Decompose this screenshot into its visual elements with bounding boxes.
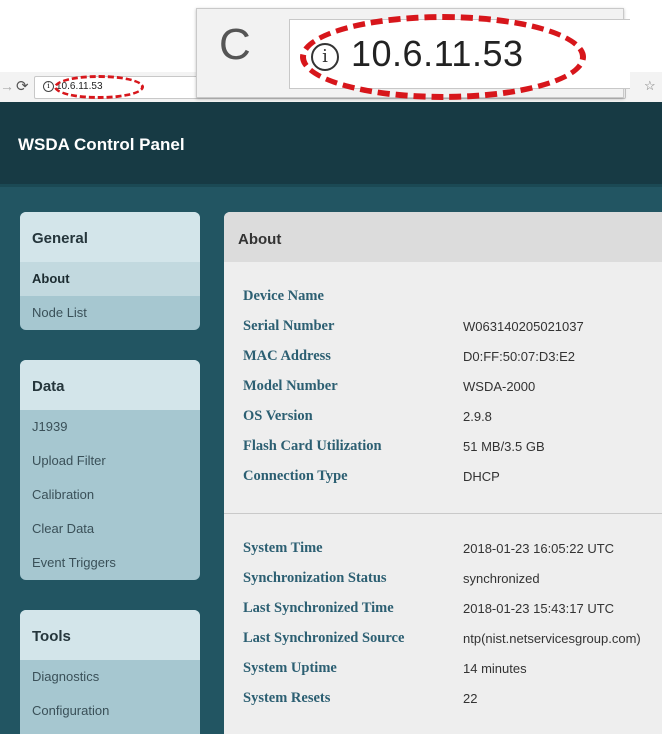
info-label: Synchronization Status [243, 570, 387, 586]
about-panel: About Device Name Serial Number W0631402… [224, 212, 662, 734]
info-value: 2018-01-23 15:43:17 UTC [463, 601, 615, 616]
info-label: OS Version [243, 408, 313, 424]
about-panel-title: About [224, 212, 662, 262]
info-value: WSDA-2000 [463, 379, 536, 394]
url-highlight-ellipse [54, 75, 144, 99]
sidebar-item-j1939[interactable]: J1939 [20, 410, 200, 444]
info-value: 51 MB/3.5 GB [463, 439, 545, 454]
info-value: synchronized [463, 571, 540, 586]
zoomed-url-highlight-ellipse [300, 14, 586, 100]
sidebar-item-clear-data[interactable]: Clear Data [20, 512, 200, 546]
sidebar-item-calibration[interactable]: Calibration [20, 478, 200, 512]
sidebar-item-event-triggers[interactable]: Event Triggers [20, 546, 200, 580]
app-title: WSDA Control Panel [18, 135, 185, 154]
info-value: DHCP [463, 469, 500, 484]
header-divider [0, 184, 662, 187]
info-value: ntp(nist.netservicesgroup.com) [463, 631, 641, 646]
reload-icon: C [219, 20, 251, 69]
info-label: System Time [243, 540, 323, 556]
info-label: Connection Type [243, 468, 348, 484]
sidebar-item-about[interactable]: About [20, 262, 200, 296]
info-icon[interactable]: i [43, 81, 54, 92]
section-divider [224, 513, 662, 514]
bookmark-star-icon[interactable]: ☆ [644, 78, 656, 94]
info-label: Flash Card Utilization [243, 438, 382, 454]
sidebar-item-node-list[interactable]: Node List [20, 296, 200, 330]
info-value: 2018-01-23 16:05:22 UTC [463, 541, 615, 556]
info-label: Model Number [243, 378, 338, 394]
sidebar-item-upload-filter[interactable]: Upload Filter [20, 444, 200, 478]
info-label: Device Name [243, 288, 324, 304]
sidebar-item-diagnostics[interactable]: Diagnostics [20, 660, 200, 694]
reload-icon[interactable]: ⟳ [16, 77, 29, 95]
info-value: 2.9.8 [463, 409, 492, 424]
sidebar-panel-tools: Tools Diagnostics Configuration [20, 610, 200, 734]
info-value: D0:FF:50:07:D3:E2 [463, 349, 575, 364]
info-label: Serial Number [243, 318, 335, 334]
info-value: 14 minutes [463, 661, 527, 676]
panel-title-data: Data [20, 360, 200, 410]
info-label: MAC Address [243, 348, 331, 364]
info-label: Last Synchronized Time [243, 600, 394, 616]
panel-title-tools: Tools [20, 610, 200, 660]
sidebar-item-configuration[interactable]: Configuration [20, 694, 200, 728]
back-arrow-icon[interactable]: → [0, 78, 14, 94]
info-value: 22 [463, 691, 478, 706]
info-value: W063140205021037 [463, 319, 584, 334]
info-label: Last Synchronized Source [243, 630, 405, 646]
info-label: System Resets [243, 690, 331, 706]
sidebar-panel-general: General About Node List [20, 212, 200, 330]
app-header: WSDA Control Panel [0, 102, 662, 184]
info-label: System Uptime [243, 660, 337, 676]
panel-title-general: General [20, 212, 200, 262]
sidebar-panel-data: Data J1939 Upload Filter Calibration Cle… [20, 360, 200, 580]
